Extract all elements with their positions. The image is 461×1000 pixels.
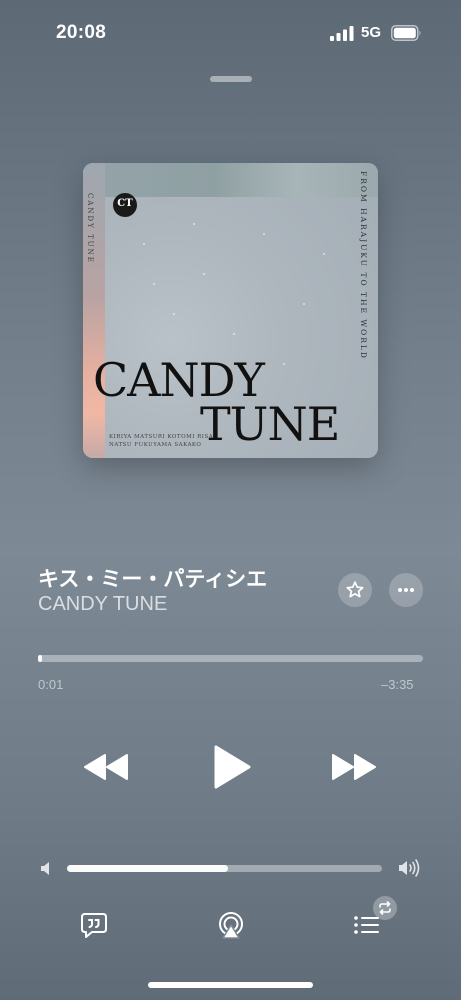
battery-icon: [391, 25, 421, 41]
cellular-signal-icon: [330, 26, 354, 41]
home-indicator[interactable]: [148, 982, 313, 988]
volume-low-icon: [41, 862, 49, 875]
artwork-top-band: [105, 163, 378, 197]
track-artist[interactable]: CANDY TUNE: [38, 593, 167, 616]
network-type: 5G: [361, 24, 382, 41]
remaining-time: –3:35: [381, 677, 414, 692]
volume-level-fill: [67, 865, 228, 872]
sheet-grabber[interactable]: [210, 76, 252, 82]
artwork-title-line2: TUNE: [200, 397, 340, 451]
artwork-side-text-right: FROM HARAJUKU TO THE WORLD: [359, 171, 368, 360]
volume-slider[interactable]: [67, 865, 382, 872]
more-icon: [398, 588, 414, 592]
airplay-icon[interactable]: [217, 911, 245, 939]
volume-high-icon: [399, 859, 420, 877]
favorite-button[interactable]: [338, 573, 372, 607]
playback-progress-fill: [38, 655, 42, 662]
repeat-icon: [379, 901, 391, 915]
artwork-member-names: KIRIYA MATSURI KOTOMI RISA NATSU FUKUYAM…: [109, 434, 214, 448]
track-title[interactable]: キス・ミー・パティシエ: [38, 563, 267, 593]
more-button[interactable]: [389, 573, 423, 607]
rewind-icon[interactable]: [82, 752, 130, 782]
group-logo: CT: [113, 193, 137, 217]
album-artwork: CT CANDY TUNE FROM HARAJUKU TO THE WORLD…: [83, 163, 378, 458]
elapsed-time: 0:01: [38, 677, 64, 692]
play-icon[interactable]: [211, 743, 253, 791]
playback-scrubber[interactable]: [38, 655, 423, 662]
fast-forward-icon[interactable]: [330, 752, 378, 782]
status-time: 20:08: [56, 22, 107, 43]
artwork-side-text-left: CANDY TUNE: [86, 193, 94, 264]
star-icon: [346, 581, 364, 598]
repeat-button[interactable]: [373, 896, 397, 920]
lyrics-icon[interactable]: [80, 911, 108, 939]
